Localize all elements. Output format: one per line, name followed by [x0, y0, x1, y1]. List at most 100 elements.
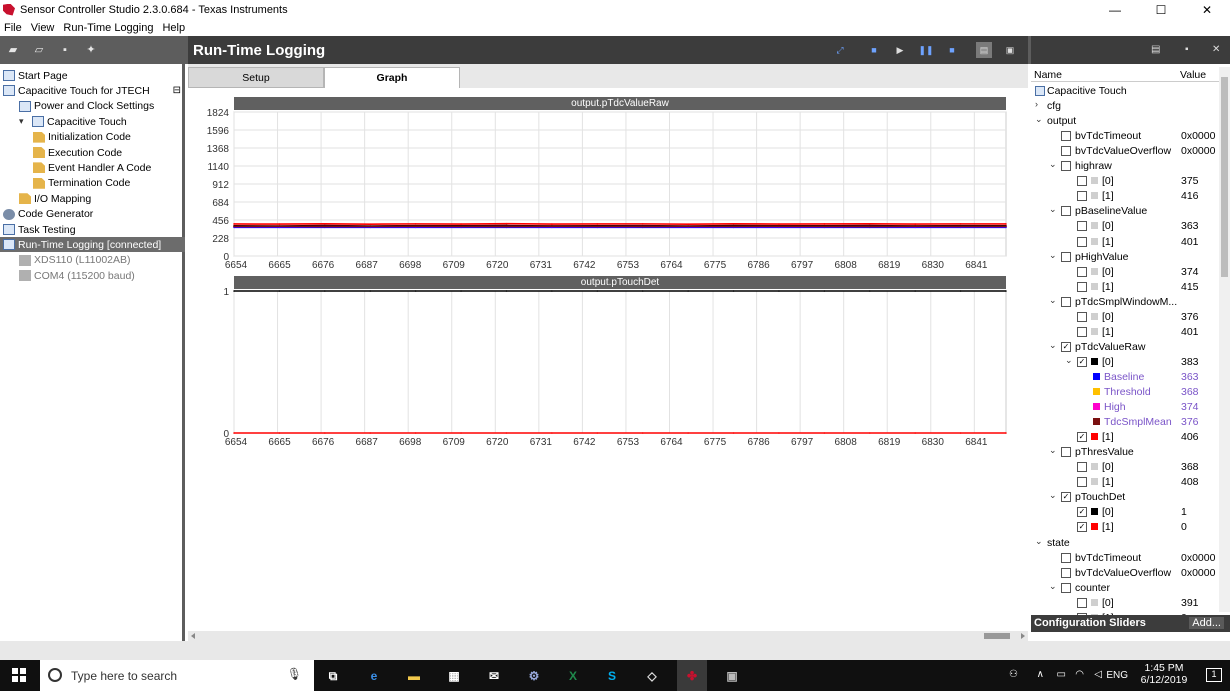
value-column-header[interactable]: Value [1180, 69, 1206, 81]
expand-arrow-icon[interactable]: ⌄ [1049, 581, 1057, 592]
pause-icon[interactable]: ❚❚ [918, 42, 934, 58]
variable-row[interactable]: [0] 368 [1031, 460, 1221, 475]
variable-row[interactable]: ⌄ ✓ pTdcValueRaw [1031, 340, 1221, 355]
play-icon[interactable]: ▶ [892, 42, 908, 58]
menu-help[interactable]: Help [162, 22, 185, 34]
expand-arrow-icon[interactable]: ⌄ [1049, 445, 1057, 456]
minimize-button[interactable]: — [1092, 0, 1138, 19]
chart-settings-icon[interactable]: ▤ [1151, 44, 1160, 55]
checkbox[interactable] [1077, 221, 1087, 232]
variable-row[interactable]: ✓ [1] 406 [1031, 430, 1221, 445]
file-explorer-icon[interactable]: ▬ [404, 666, 424, 686]
checkbox[interactable] [1061, 447, 1071, 458]
scroll-thumb[interactable] [1221, 77, 1228, 277]
variable-row[interactable]: ✓ [1] 0 [1031, 520, 1221, 535]
new-project-icon[interactable]: ▰ [6, 44, 20, 56]
stop-icon[interactable]: ■ [866, 42, 882, 58]
excel-icon[interactable]: X [563, 666, 583, 686]
list-view-icon[interactable]: ▣ [1002, 42, 1018, 58]
variable-row[interactable]: ⌄ pBaselineValue [1031, 204, 1221, 219]
expand-arrow-icon[interactable]: ⌄ [1049, 295, 1057, 306]
checkbox[interactable] [1077, 311, 1087, 322]
connect-icon[interactable]: ⤢ [832, 42, 848, 58]
variable-row[interactable]: ⌄ highraw [1031, 159, 1221, 174]
variable-row[interactable]: [1] 408 [1031, 475, 1221, 490]
vertical-scrollbar[interactable] [1219, 67, 1230, 612]
language-indicator[interactable]: ENG [1106, 670, 1128, 681]
variable-row[interactable]: [1] 401 [1031, 325, 1221, 340]
scroll-thumb[interactable] [984, 633, 1010, 639]
checkbox[interactable] [1061, 206, 1071, 217]
expand-arrow-icon[interactable]: ⌄ [1035, 536, 1043, 547]
checkbox[interactable]: ✓ [1077, 356, 1087, 367]
add-slider-button[interactable]: Add... [1189, 617, 1224, 629]
network-icon[interactable]: ⚙ [524, 666, 544, 686]
checkbox[interactable]: ✓ [1077, 522, 1087, 533]
variable-row[interactable]: Threshold 368 [1031, 385, 1221, 400]
checkbox[interactable] [1061, 567, 1071, 578]
tree-item[interactable]: Code Generator [0, 207, 185, 222]
tree-item[interactable]: Power and Clock Settings [0, 99, 185, 114]
expand-arrow-icon[interactable]: ⌄ [1049, 340, 1057, 351]
tree-item[interactable]: I/O Mapping [0, 191, 185, 206]
variable-row[interactable]: [0] 376 [1031, 310, 1221, 325]
tree-item[interactable]: Initialization Code [0, 130, 185, 145]
checkbox[interactable] [1061, 296, 1071, 307]
close-button[interactable]: ✕ [1184, 0, 1230, 19]
tray-chevron-icon[interactable]: ∧ [1037, 669, 1044, 680]
tree-item[interactable]: Termination Code [0, 176, 185, 191]
edge-icon[interactable]: e [364, 666, 384, 686]
microphone-icon[interactable]: 🎙 [287, 667, 302, 681]
variable-row[interactable]: [0] 375 [1031, 174, 1221, 189]
variable-row[interactable]: ⌄ counter [1031, 581, 1221, 596]
checkbox[interactable] [1061, 131, 1071, 142]
wand-icon[interactable]: ✦ [84, 44, 98, 56]
variable-row[interactable]: › cfg [1031, 99, 1221, 114]
variable-row[interactable]: ⌄ output [1031, 114, 1221, 129]
variable-row[interactable]: ⌄ ✓ pTouchDet [1031, 490, 1221, 505]
tree-item[interactable]: COM4 (115200 baud) [0, 268, 185, 283]
sensor-studio-icon[interactable]: ✤ [677, 660, 707, 691]
variable-row[interactable]: [0] 374 [1031, 265, 1221, 280]
variable-row[interactable]: bvTdcValueOverflow 0x0000 [1031, 144, 1221, 159]
tree-item[interactable]: XDS110 (L11002AB) [0, 253, 185, 268]
expand-arrow-icon[interactable]: ⌄ [1049, 159, 1057, 170]
variable-row[interactable]: TdcSmplMean 376 [1031, 415, 1221, 430]
checkbox[interactable] [1077, 281, 1087, 292]
variable-row[interactable]: [1] 416 [1031, 189, 1221, 204]
graph-view-icon[interactable]: ▤ [976, 42, 992, 58]
checkbox[interactable] [1077, 477, 1087, 488]
tree-item[interactable]: Task Testing [0, 222, 185, 237]
tree-item[interactable]: Execution Code [0, 145, 185, 160]
expand-arrow-icon[interactable]: ⌄ [1049, 204, 1057, 215]
checkbox[interactable]: ✓ [1061, 341, 1071, 352]
menu-file[interactable]: File [4, 22, 22, 34]
scroll-right-icon[interactable] [1021, 633, 1025, 639]
clock[interactable]: 1:45 PM 6/12/2019 [1134, 662, 1194, 686]
menu-run-time-logging[interactable]: Run-Time Logging [63, 22, 153, 34]
checkbox[interactable] [1077, 236, 1087, 247]
wifi-icon[interactable]: ◠ [1075, 669, 1084, 680]
checkbox[interactable]: ✓ [1077, 432, 1087, 443]
tree-item[interactable]: Capacitive Touch for JTECH ⊟ [0, 83, 185, 98]
variable-row[interactable]: ⌄ pHighValue [1031, 250, 1221, 265]
record-icon[interactable]: ■ [944, 42, 960, 58]
variable-row[interactable]: ⌄ state [1031, 536, 1221, 551]
people-icon[interactable]: ⚇ [1009, 669, 1018, 680]
store-icon[interactable]: ▦ [444, 666, 464, 686]
checkbox[interactable] [1077, 597, 1087, 608]
checkbox[interactable] [1077, 462, 1087, 473]
tree-item[interactable]: Start Page [0, 68, 185, 83]
variable-row[interactable]: [0] 363 [1031, 219, 1221, 234]
variable-row[interactable]: [0] 391 [1031, 596, 1221, 611]
checkbox[interactable] [1061, 146, 1071, 157]
variable-row[interactable]: ⌄ pTdcSmplWindowM... [1031, 295, 1221, 310]
horizontal-scrollbar[interactable] [188, 631, 1028, 641]
tree-item[interactable]: Event Handler A Code [0, 160, 185, 175]
open-project-icon[interactable]: ▱ [32, 44, 46, 56]
expand-arrow-icon[interactable]: › [1035, 99, 1038, 109]
tool-icon[interactable]: ▣ [722, 666, 742, 686]
expand-arrow-icon[interactable]: ⌄ [1035, 114, 1043, 125]
notification-icon[interactable]: 1 [1206, 668, 1222, 682]
close-panel-icon[interactable]: ✕ [1212, 44, 1220, 55]
